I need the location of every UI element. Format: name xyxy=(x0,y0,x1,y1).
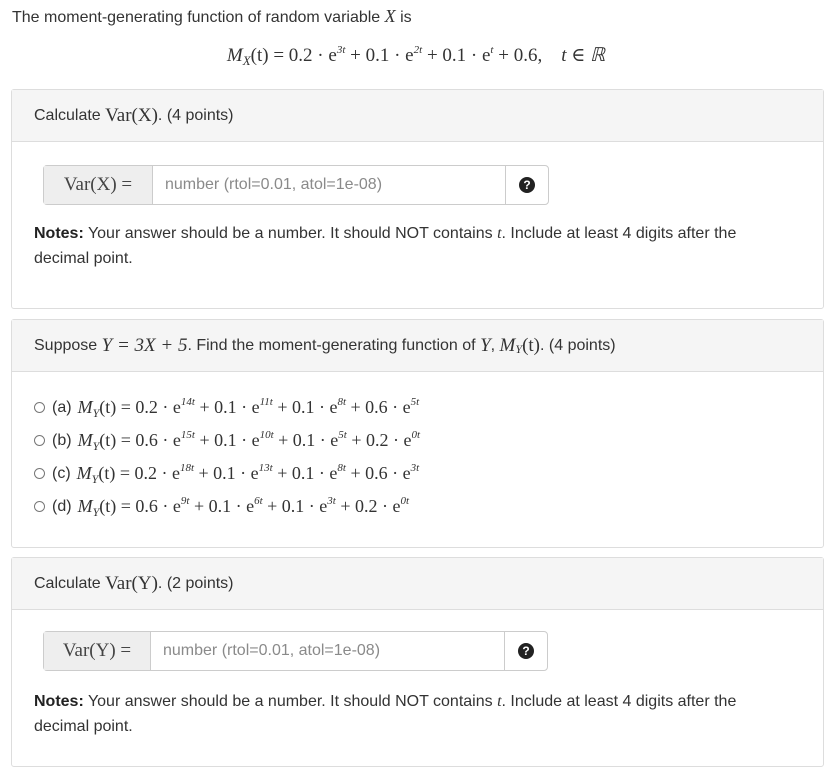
option-a[interactable]: (a) MY(t) = 0.2 · e14t + 0.1 · e11t + 0.… xyxy=(34,397,419,420)
input-label: Var(Y) = xyxy=(44,632,151,670)
card-header: Calculate Var(Y). (2 points) xyxy=(12,558,823,610)
option-d[interactable]: (d) MY(t) = 0.6 · e9t + 0.1 · e6t + 0.1 … xyxy=(34,496,409,519)
option-b[interactable]: (b) MY(t) = 0.6 · e15t + 0.1 · e10t + 0.… xyxy=(34,430,420,453)
intro-suffix: is xyxy=(400,9,412,26)
notes-text: Notes: Your answer should be a number. I… xyxy=(34,225,737,267)
mgf-equation: MX(t) = 0.2 · e3t + 0.1 · e2t + 0.1 · et… xyxy=(226,43,606,68)
card-header: Suppose Y = 3X + 5. Find the moment-gene… xyxy=(12,320,823,372)
card-header: Calculate Var(X). (4 points) xyxy=(12,90,823,142)
answer-input[interactable] xyxy=(153,166,505,204)
intro-var: X xyxy=(384,6,396,26)
question-card-var-x: Calculate Var(X). (4 points) Var(X) = ? … xyxy=(11,89,824,309)
question-circle-icon: ? xyxy=(519,177,535,193)
intro-prefix: The moment-generating function of random… xyxy=(12,9,381,26)
option-c[interactable]: (c) MY(t) = 0.2 · e18t + 0.1 · e13t + 0.… xyxy=(34,463,419,486)
input-label: Var(X) = xyxy=(44,166,153,204)
answer-input[interactable] xyxy=(151,632,504,670)
answer-input-group: Var(Y) = ? xyxy=(43,631,548,671)
radio-button[interactable] xyxy=(34,435,45,446)
question-card-var-y: Calculate Var(Y). (2 points) Var(Y) = ? … xyxy=(11,557,824,767)
question-card-mgf-y: Suppose Y = 3X + 5. Find the moment-gene… xyxy=(11,319,824,548)
radio-button[interactable] xyxy=(34,468,45,479)
intro-text: The moment-generating function of random… xyxy=(12,6,412,27)
help-button[interactable]: ? xyxy=(505,166,548,204)
notes-text: Notes: Your answer should be a number. I… xyxy=(34,693,737,735)
radio-button[interactable] xyxy=(34,501,45,512)
answer-input-group: Var(X) = ? xyxy=(43,165,549,205)
help-button[interactable]: ? xyxy=(504,632,547,670)
radio-button[interactable] xyxy=(34,402,45,413)
question-circle-icon: ? xyxy=(518,643,534,659)
